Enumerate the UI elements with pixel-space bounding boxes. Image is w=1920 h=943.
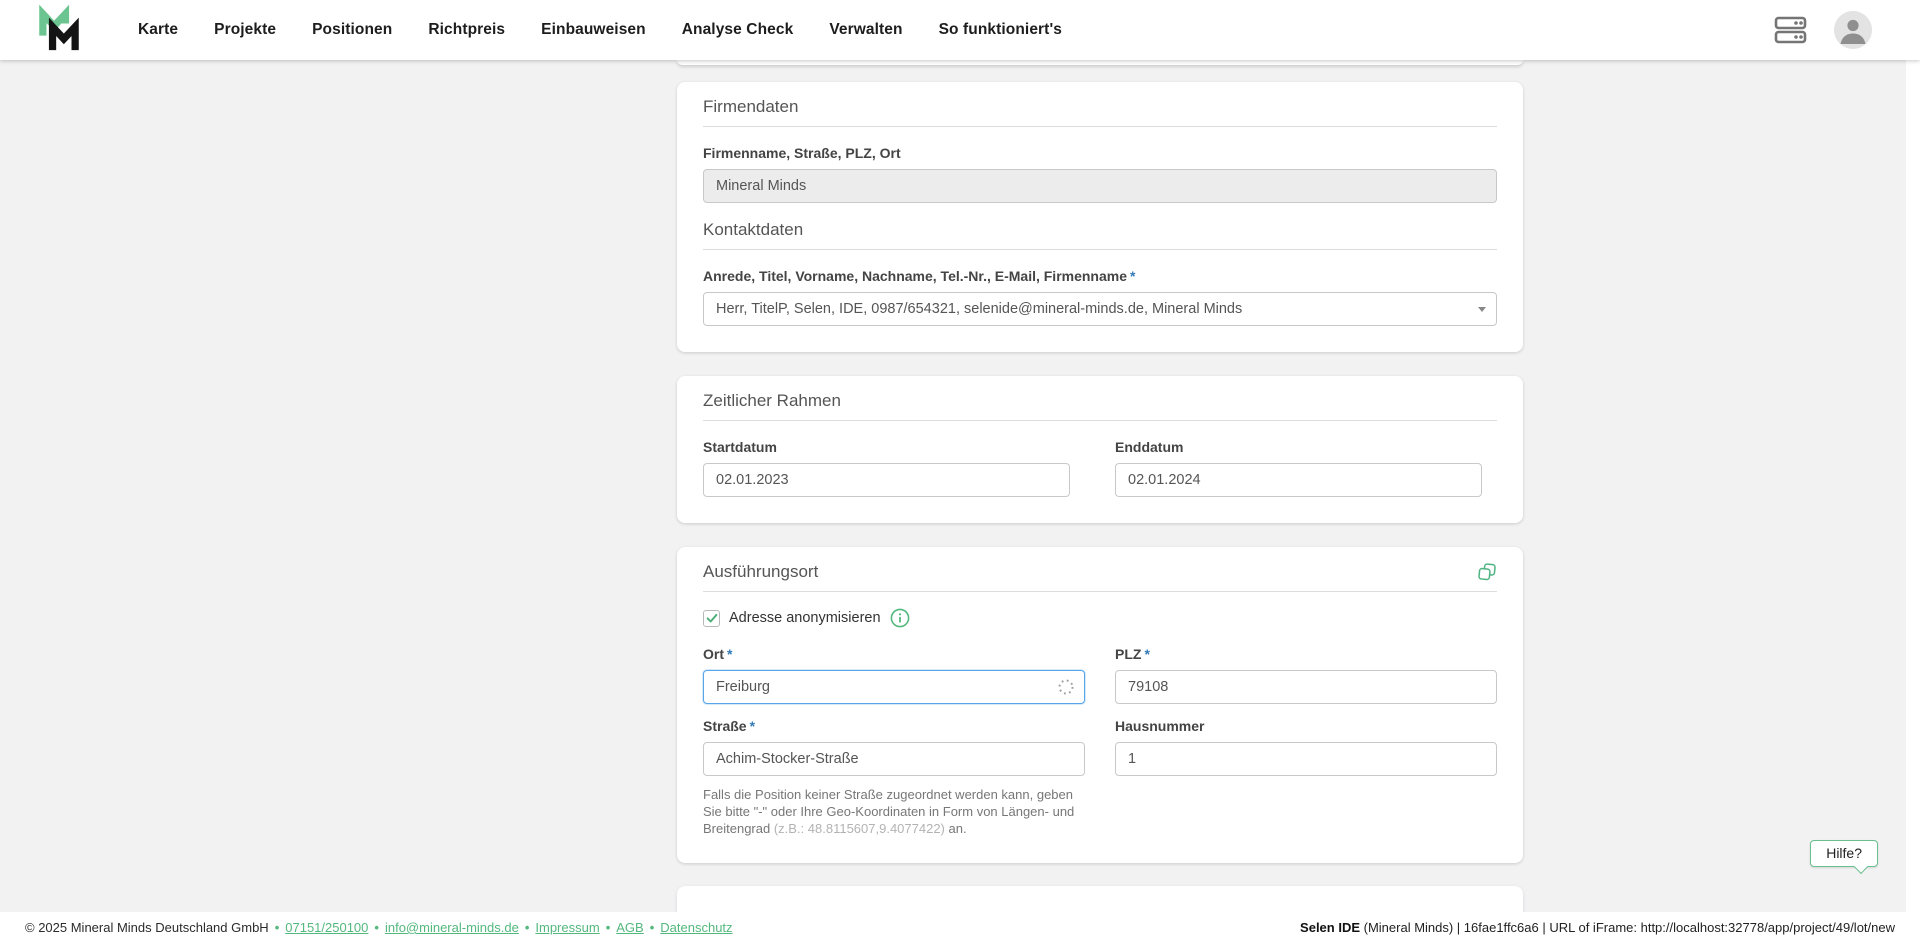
plz-label-text: PLZ	[1115, 646, 1141, 662]
contact-select-wrap: Herr, TitelP, Selen, IDE, 0987/654321, s…	[703, 292, 1497, 326]
section-title-firmendaten: Firmendaten	[703, 96, 1497, 118]
footer-bar: © 2025 Mineral Minds Deutschland GmbH • …	[0, 912, 1920, 943]
contact-field-label-text: Anrede, Titel, Vorname, Nachname, Tel.-N…	[703, 268, 1127, 284]
enddatum-label: Enddatum	[1115, 439, 1497, 456]
nav-item-positionen[interactable]: Positionen	[312, 21, 392, 39]
company-input	[703, 169, 1497, 203]
section-title-zeitlicher-rahmen: Zeitlicher Rahmen	[703, 390, 1497, 412]
street-hint-suffix: an.	[945, 821, 967, 836]
divider	[703, 420, 1497, 421]
nav-item-analyse-check[interactable]: Analyse Check	[682, 21, 794, 39]
hausnummer-label: Hausnummer	[1115, 718, 1497, 735]
server-rack-icon[interactable]	[1774, 15, 1808, 45]
previous-card-partial	[677, 60, 1523, 65]
zeitlicher-rahmen-card: Zeitlicher Rahmen Startdatum Enddatum	[677, 376, 1523, 523]
ide-status-rest: (Mineral Minds) | 16fae1ffc6a6 | URL of …	[1360, 920, 1895, 935]
ide-brand: Selen IDE	[1300, 920, 1360, 935]
required-asterisk: *	[727, 646, 732, 662]
nav-item-so-funktionierts[interactable]: So funktioniert's	[939, 21, 1062, 39]
ort-label: Ort*	[703, 646, 1085, 663]
plz-label: PLZ*	[1115, 646, 1497, 663]
help-bubble-tail	[1854, 860, 1868, 874]
ide-status-text: Selen IDE (Mineral Minds) | 16fae1ffc6a6…	[1300, 920, 1895, 935]
section-title-ausfuehrungsort: Ausführungsort	[703, 561, 818, 583]
footer-link-datenschutz[interactable]: Datenschutz	[660, 920, 732, 935]
strasse-label: Straße*	[703, 718, 1085, 735]
nav-item-verwalten[interactable]: Verwalten	[829, 21, 902, 39]
firmendaten-card: Firmendaten Firmenname, Straße, PLZ, Ort…	[677, 82, 1523, 352]
company-field-label: Firmenname, Straße, PLZ, Ort	[703, 145, 1497, 162]
anonymize-checkbox[interactable]	[703, 610, 720, 627]
scrollbar-track[interactable]	[1906, 0, 1920, 943]
nav-item-projekte[interactable]: Projekte	[214, 21, 276, 39]
info-icon[interactable]	[890, 608, 910, 628]
main-nav: Karte Projekte Positionen Richtpreis Ein…	[138, 21, 1062, 39]
required-asterisk: *	[750, 718, 755, 734]
section-title-kontaktdaten: Kontaktdaten	[703, 219, 1497, 241]
loading-spinner-icon	[1058, 679, 1074, 695]
footer-link-email[interactable]: info@mineral-minds.de	[385, 920, 519, 935]
copyright-text: © 2025 Mineral Minds Deutschland GmbH	[25, 920, 269, 935]
street-hint: Falls die Position keiner Straße zugeord…	[703, 786, 1085, 837]
header-actions	[1774, 11, 1872, 49]
mineral-minds-logo-icon[interactable]	[36, 5, 82, 55]
footer-link-agb[interactable]: AGB	[616, 920, 643, 935]
strasse-input[interactable]	[703, 742, 1085, 776]
required-asterisk: *	[1144, 646, 1149, 662]
required-asterisk: *	[1130, 268, 1135, 284]
strasse-label-text: Straße	[703, 718, 747, 734]
enddatum-input[interactable]	[1115, 463, 1482, 497]
footer-separator: •	[275, 920, 280, 935]
footer-separator: •	[525, 920, 530, 935]
top-navbar: Karte Projekte Positionen Richtpreis Ein…	[0, 0, 1920, 60]
startdatum-label: Startdatum	[703, 439, 1085, 456]
contact-field-label: Anrede, Titel, Vorname, Nachname, Tel.-N…	[703, 268, 1497, 285]
nav-item-richtpreis[interactable]: Richtpreis	[428, 21, 505, 39]
form-column: Firmendaten Firmenname, Straße, PLZ, Ort…	[677, 60, 1523, 928]
divider	[703, 126, 1497, 127]
plz-input[interactable]	[1115, 670, 1497, 704]
ausfuehrungsort-card: Ausführungsort Adresse anonymisieren	[677, 547, 1523, 863]
ort-input[interactable]	[703, 670, 1085, 704]
nav-item-karte[interactable]: Karte	[138, 21, 178, 39]
footer-separator: •	[606, 920, 611, 935]
help-button[interactable]: Hilfe?	[1810, 840, 1878, 867]
anonymize-label[interactable]: Adresse anonymisieren	[729, 610, 881, 626]
checkmark-icon	[705, 611, 719, 625]
divider	[703, 249, 1497, 250]
app-window: Karte Projekte Positionen Richtpreis Ein…	[0, 0, 1920, 943]
footer-link-impressum[interactable]: Impressum	[535, 920, 599, 935]
footer-separator: •	[374, 920, 379, 935]
footer-separator: •	[650, 920, 655, 935]
divider	[703, 591, 1497, 592]
ort-label-text: Ort	[703, 646, 724, 662]
startdatum-input[interactable]	[703, 463, 1070, 497]
street-hint-example: (z.B.: 48.8115607,9.4077422)	[774, 821, 945, 836]
copy-icon[interactable]	[1476, 561, 1498, 583]
hausnummer-input[interactable]	[1115, 742, 1497, 776]
user-avatar[interactable]	[1834, 11, 1872, 49]
nav-item-einbauweisen[interactable]: Einbauweisen	[541, 21, 646, 39]
help-button-label: Hilfe?	[1826, 845, 1862, 861]
contact-select[interactable]: Herr, TitelP, Selen, IDE, 0987/654321, s…	[703, 292, 1497, 326]
footer-link-phone[interactable]: 07151/250100	[285, 920, 368, 935]
